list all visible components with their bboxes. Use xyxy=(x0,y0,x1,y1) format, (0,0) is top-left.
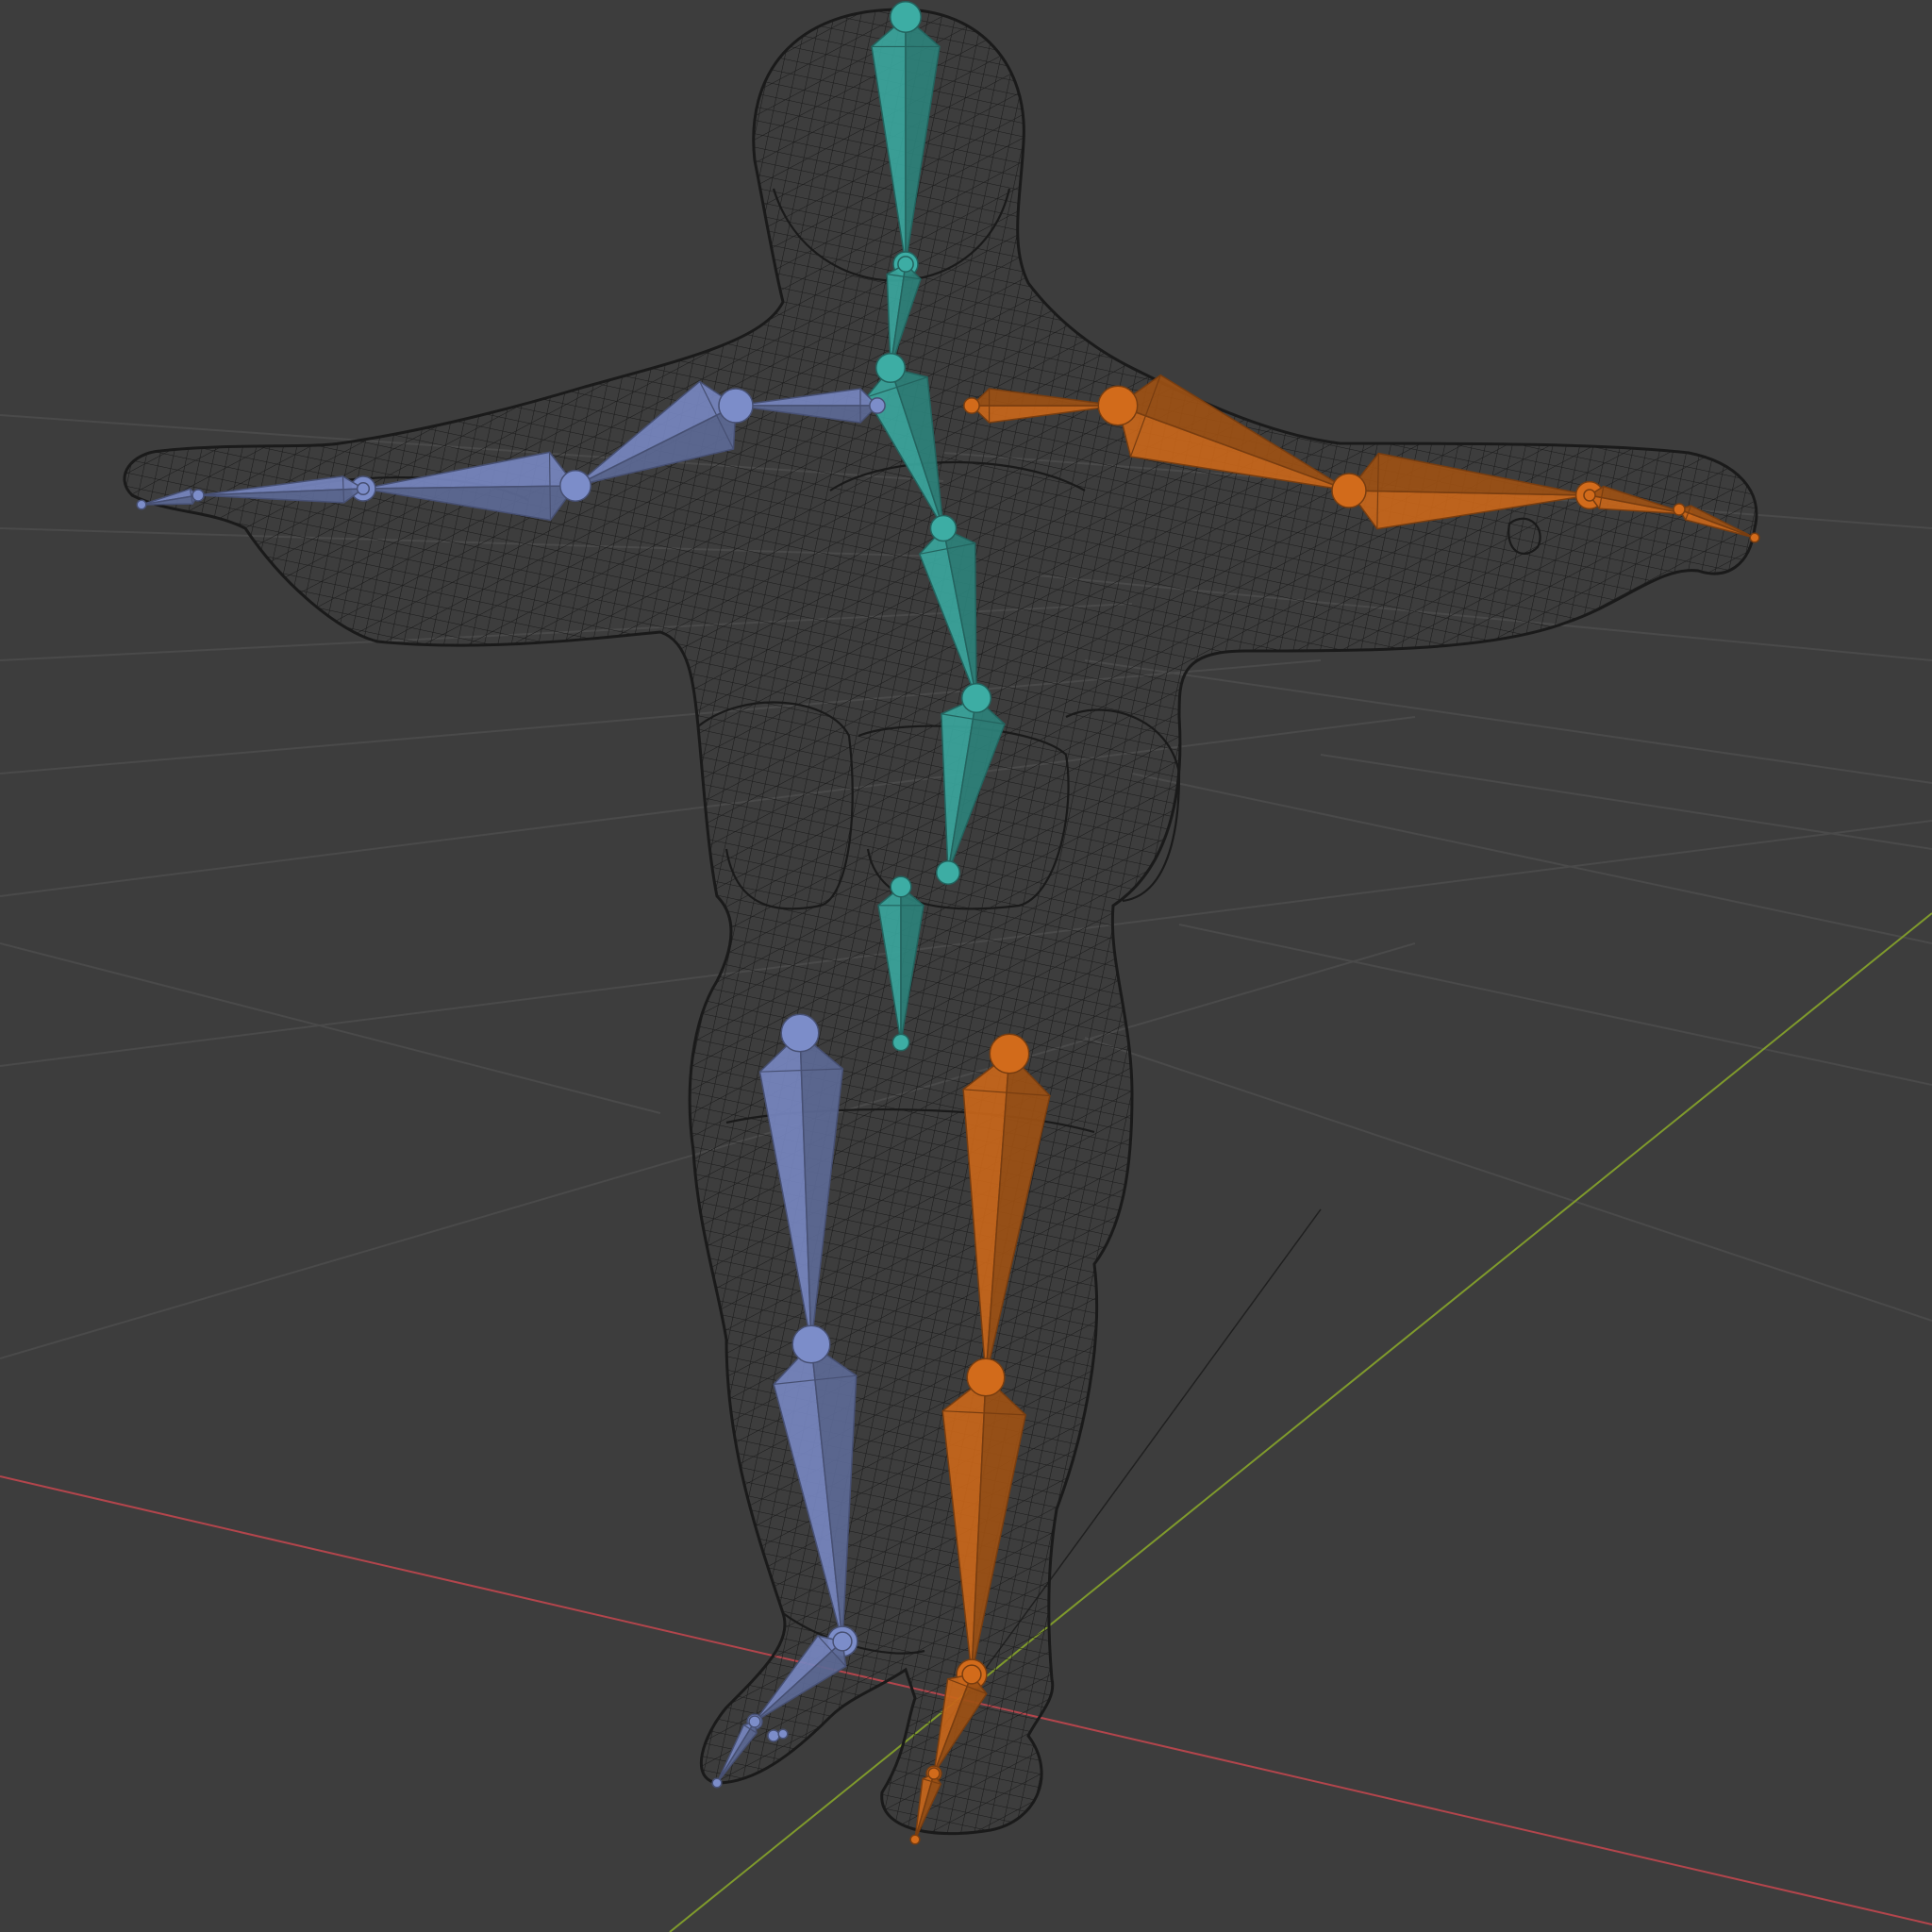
bone-head-joint[interactable] xyxy=(192,489,205,502)
mesh-wire-overlay xyxy=(124,9,1757,1834)
bone-head-joint[interactable] xyxy=(1097,385,1139,426)
bone-head-joint[interactable] xyxy=(767,1729,780,1742)
bone-head-joint[interactable] xyxy=(890,1,922,33)
bone-head-joint[interactable] xyxy=(780,1013,820,1053)
character-wireframe-mesh[interactable] xyxy=(123,8,1758,1836)
grid-line xyxy=(1084,659,1932,784)
bone-head-joint[interactable] xyxy=(748,1715,761,1728)
bone-tail-joint[interactable] xyxy=(711,1777,723,1789)
bone-head-joint[interactable] xyxy=(356,481,371,496)
bone-head-joint[interactable] xyxy=(791,1324,831,1364)
bone-tail-joint[interactable] xyxy=(1749,532,1760,543)
bone-head-joint[interactable] xyxy=(966,1357,1006,1397)
grid-line xyxy=(1131,773,1932,944)
bone-head-joint[interactable] xyxy=(874,352,907,384)
bone-tail-joint[interactable] xyxy=(891,1033,910,1052)
bone-head-joint[interactable] xyxy=(1331,473,1367,508)
3d-viewport[interactable] xyxy=(0,0,1932,1932)
bone-head-joint[interactable] xyxy=(718,388,754,424)
bone-head-joint[interactable] xyxy=(960,682,992,714)
bone-head-joint[interactable] xyxy=(832,1631,853,1652)
viewport-scene[interactable] xyxy=(0,0,1932,1932)
bone-head-joint[interactable] xyxy=(963,397,980,414)
bone-head-joint[interactable] xyxy=(927,1767,941,1780)
bone-head-joint[interactable] xyxy=(929,514,958,542)
bone-tail-joint[interactable] xyxy=(136,499,147,510)
bone-head-joint[interactable] xyxy=(559,470,591,502)
grid-line xyxy=(0,942,661,1114)
bone-head-joint[interactable] xyxy=(869,397,886,414)
bone-tail-joint[interactable] xyxy=(909,1834,921,1845)
bone-head-joint[interactable] xyxy=(989,1033,1030,1074)
bone-head-joint[interactable] xyxy=(897,256,914,273)
bone-head-joint[interactable] xyxy=(1673,503,1686,516)
bone-head-joint[interactable] xyxy=(1583,489,1596,502)
bone-head-joint[interactable] xyxy=(961,1664,982,1685)
bone-tail-joint[interactable] xyxy=(777,1728,789,1740)
bone-head-joint[interactable] xyxy=(890,875,912,898)
bone-tail-joint[interactable] xyxy=(936,860,960,885)
grid-line xyxy=(1084,1037,1932,1322)
